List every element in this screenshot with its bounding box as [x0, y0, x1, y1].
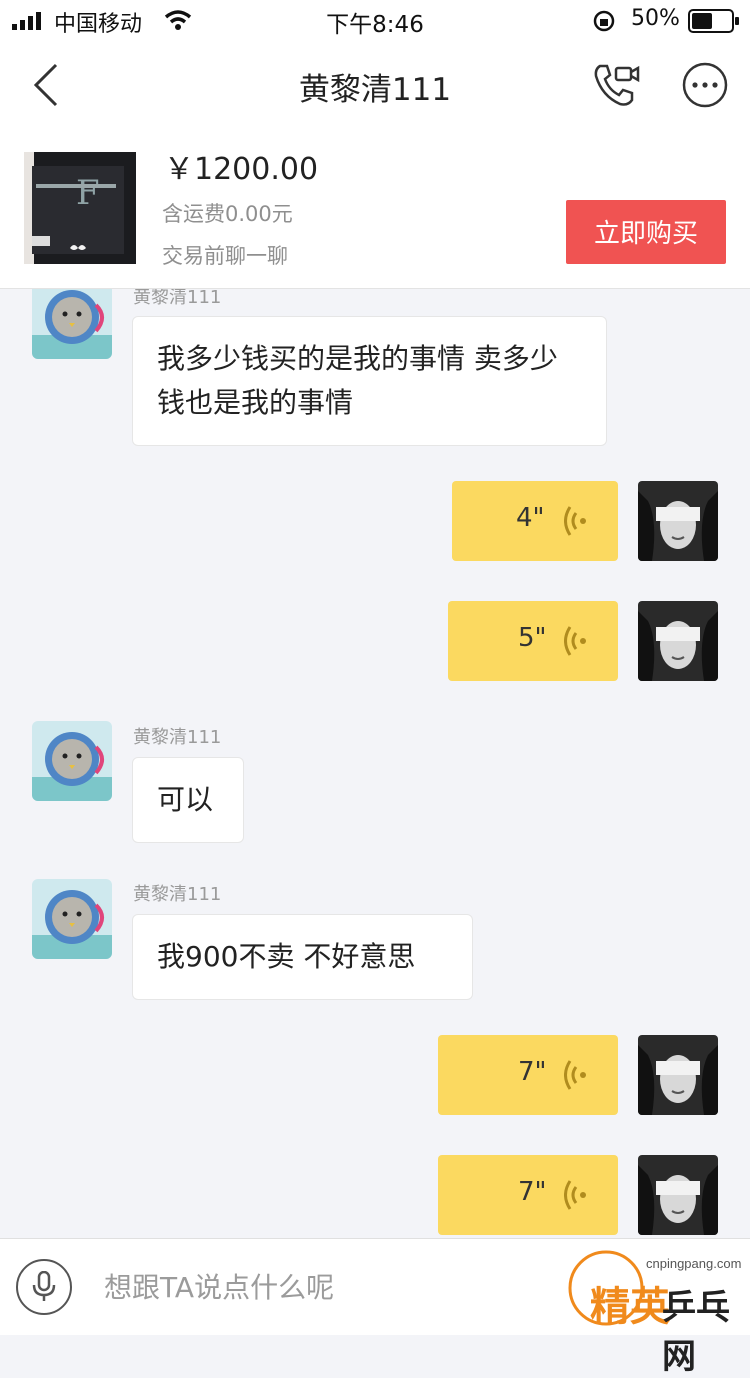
rotation-lock-icon — [593, 10, 615, 32]
status-bar: 中国移动 下午8:46 50% — [0, 0, 750, 40]
more-icon[interactable] — [682, 62, 728, 108]
my-avatar[interactable] — [638, 1155, 718, 1235]
voice-message[interactable]: 5" — [448, 601, 618, 681]
product-bar[interactable]: F ￥1200.00 含运费0.00元 交易前聊一聊 立即购买 — [0, 128, 750, 289]
buy-now-button[interactable]: 立即购买 — [566, 200, 726, 264]
my-avatar[interactable] — [638, 1035, 718, 1115]
microphone-icon — [32, 1271, 56, 1301]
chat-hint: 交易前聊一聊 — [162, 244, 288, 268]
voice-duration: 4" — [516, 503, 545, 533]
voice-wave-icon — [564, 1060, 586, 1090]
voice-wave-icon — [564, 506, 586, 536]
my-avatar[interactable] — [638, 601, 718, 681]
voice-input-button[interactable] — [16, 1259, 72, 1315]
voice-duration: 7" — [518, 1177, 547, 1207]
battery-percent: 50% — [631, 6, 680, 31]
sender-name: 黄黎清111 — [133, 727, 222, 748]
message-bubble[interactable]: 可以 — [132, 757, 244, 843]
voice-message[interactable]: 7" — [438, 1155, 618, 1235]
watermark-name: 乒乓网 — [662, 1288, 730, 1377]
product-thumbnail[interactable]: F — [24, 152, 136, 264]
watermark: cnpingpang.com 精英 乒乓网 — [560, 1236, 750, 1377]
shipping-fee: 含运费0.00元 — [162, 202, 293, 226]
svg-text:F: F — [76, 173, 100, 213]
message-bubble[interactable]: 我多少钱买的是我的事情 卖多少钱也是我的事情 — [132, 316, 607, 446]
battery-icon — [688, 9, 739, 33]
watermark-brand: 精英 — [590, 1284, 670, 1330]
sender-name: 黄黎清111 — [133, 884, 222, 905]
contact-avatar[interactable] — [32, 289, 112, 359]
voice-wave-icon — [564, 1180, 586, 1210]
voice-message[interactable]: 4" — [452, 481, 618, 561]
chat-area[interactable]: 黄黎清111 我多少钱买的是我的事情 卖多少钱也是我的事情 4" 5" 黄黎清1… — [0, 289, 750, 1238]
contact-avatar[interactable] — [32, 879, 112, 959]
message-input[interactable] — [104, 1263, 534, 1311]
voice-duration: 5" — [518, 623, 547, 653]
contact-avatar[interactable] — [32, 721, 112, 801]
product-price: ￥1200.00 — [164, 152, 319, 187]
voice-wave-icon — [564, 626, 586, 656]
my-avatar[interactable] — [638, 481, 718, 561]
message-bubble[interactable]: 我900不卖 不好意思 — [132, 914, 473, 1000]
voice-duration: 7" — [518, 1057, 547, 1087]
voice-message[interactable]: 7" — [438, 1035, 618, 1115]
sender-name: 黄黎清111 — [133, 289, 222, 308]
nav-bar: 黄黎清111 — [0, 40, 750, 129]
phone-video-icon[interactable] — [592, 62, 640, 108]
watermark-url: cnpingpang.com — [646, 1256, 742, 1271]
